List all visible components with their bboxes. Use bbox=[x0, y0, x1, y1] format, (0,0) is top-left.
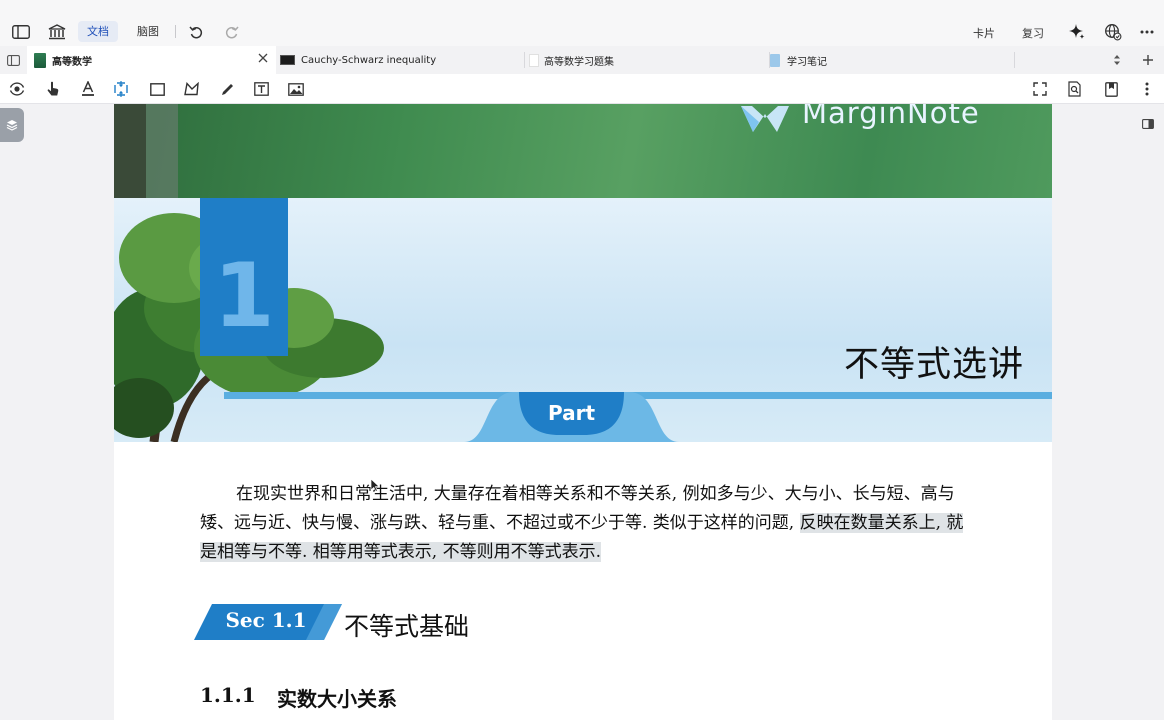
sync-globe-icon[interactable] bbox=[1103, 22, 1123, 42]
tab-cauchy-schwarz[interactable]: Cauchy-Schwarz inequality bbox=[276, 46, 524, 74]
header-banner: MarginNote bbox=[114, 104, 1052, 198]
more-menu-icon[interactable] bbox=[1138, 24, 1156, 40]
document-thumbnail-icon bbox=[280, 55, 295, 65]
bookmark-icon[interactable] bbox=[1102, 80, 1120, 98]
right-panel-toggle-icon[interactable] bbox=[1142, 114, 1156, 129]
banner-dark-strip bbox=[114, 104, 146, 198]
search-document-icon[interactable] bbox=[1066, 80, 1084, 98]
lasso-select-icon[interactable] bbox=[183, 80, 201, 98]
banner-grey-strip bbox=[146, 104, 178, 198]
text-highlight-icon[interactable] bbox=[79, 80, 97, 98]
layers-icon bbox=[6, 120, 18, 131]
library-icon[interactable] bbox=[47, 22, 67, 42]
banner-logo-text: MarginNote bbox=[802, 104, 980, 130]
cards-button[interactable]: 卡片 bbox=[973, 25, 995, 41]
document-page[interactable]: MarginNote 1 不等式选讲 Part 在现实世界和日常生活中, 大量存… bbox=[114, 104, 1052, 720]
annotation-toolbar bbox=[0, 74, 1164, 104]
tab-advanced-math[interactable]: 高等数学 bbox=[27, 46, 276, 74]
tab-study-notes[interactable]: 学习笔记 bbox=[770, 46, 1014, 74]
review-button[interactable]: 复习 bbox=[1022, 25, 1044, 41]
tab-label: Cauchy-Schwarz inequality bbox=[301, 54, 437, 66]
marginnote-logo-icon bbox=[741, 106, 789, 132]
book-cover-icon bbox=[34, 52, 46, 68]
mode-tab-mindmap[interactable]: 脑图 bbox=[128, 21, 168, 42]
subsection-title: 实数大小关系 bbox=[277, 687, 397, 711]
tab-exercises[interactable]: 高等数学习题集 bbox=[525, 46, 769, 74]
layers-panel-button[interactable] bbox=[0, 108, 24, 142]
tab-label: 高等数学 bbox=[52, 56, 92, 68]
text-box-icon[interactable] bbox=[252, 80, 270, 98]
toolbar-separator bbox=[175, 25, 176, 38]
toolbar-more-icon[interactable] bbox=[1138, 80, 1156, 98]
part-label: Part bbox=[547, 401, 596, 425]
document-viewport[interactable]: MarginNote 1 不等式选讲 Part 在现实世界和日常生活中, 大量存… bbox=[0, 104, 1164, 720]
chapter-number-box: 1 bbox=[200, 198, 288, 356]
redo-icon[interactable] bbox=[223, 23, 241, 41]
subsection-number: 1.1.1 bbox=[200, 683, 256, 707]
chapter-title: 不等式选讲 bbox=[844, 345, 1025, 385]
image-insert-icon[interactable] bbox=[287, 80, 305, 98]
mode-tab-document[interactable]: 文档 bbox=[78, 21, 118, 42]
mouse-cursor-icon bbox=[370, 478, 380, 492]
chapter-number: 1 bbox=[213, 244, 275, 347]
tab-label: 学习笔记 bbox=[787, 56, 827, 68]
tab-label: 高等数学习题集 bbox=[544, 56, 614, 68]
fullscreen-icon[interactable] bbox=[1031, 80, 1049, 98]
notebook-icon bbox=[770, 53, 780, 67]
pen-icon[interactable] bbox=[218, 80, 236, 98]
hand-pointer-icon[interactable] bbox=[44, 80, 62, 98]
tab-switcher-icon[interactable] bbox=[1110, 52, 1124, 68]
section-title: 不等式基础 bbox=[344, 612, 470, 641]
intro-paragraph[interactable]: 在现实世界和日常生活中, 大量存在着相等关系和不等关系, 例如多与少、大与小、长… bbox=[200, 480, 980, 567]
section-badge-label: Sec 1.1 bbox=[225, 608, 307, 632]
tab-divider bbox=[1014, 52, 1015, 68]
split-view-icon[interactable] bbox=[5, 52, 21, 68]
undo-icon[interactable] bbox=[187, 23, 205, 41]
sidebar-toggle-icon[interactable] bbox=[11, 23, 31, 41]
document-thumbnail-icon bbox=[529, 53, 539, 67]
new-tab-icon[interactable] bbox=[1140, 52, 1156, 68]
close-tab-icon[interactable] bbox=[258, 53, 270, 65]
area-select-icon[interactable] bbox=[112, 80, 130, 98]
sparkle-icon[interactable] bbox=[1067, 22, 1087, 42]
rectangle-select-icon[interactable] bbox=[148, 80, 166, 98]
view-mode-icon[interactable] bbox=[8, 80, 26, 98]
